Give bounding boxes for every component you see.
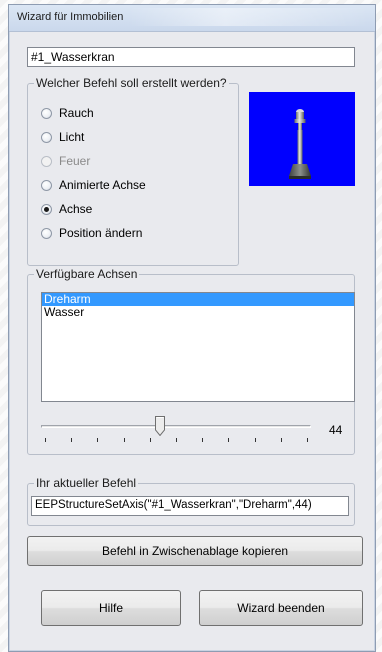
radio-feuer-label: Feuer [59, 154, 91, 168]
radio-position-aendern-circle[interactable] [41, 227, 52, 239]
available-axes-legend: Verfügbare Achsen [36, 267, 138, 281]
radio-feuer[interactable]: Feuer [41, 153, 90, 169]
structure-name-input[interactable]: #1_Wasserkran [27, 47, 355, 67]
slider-tick [202, 438, 204, 442]
radio-rauch-label: Rauch [59, 106, 94, 120]
radio-position-aendern-label: Position ändern [59, 226, 143, 240]
radio-achse-label: Achse [59, 202, 93, 216]
command-type-legend: Welcher Befehl soll erstellt werden? [36, 76, 227, 90]
slider-value: 44 [329, 423, 343, 437]
slider-tick [71, 438, 73, 442]
slider-tick [254, 438, 256, 442]
slider-thumb[interactable] [155, 416, 166, 436]
wizard-window: Wizard für Immobilien #1_Wasserkran Welc… [8, 4, 376, 652]
slider-tick [149, 438, 151, 442]
slider-tick [176, 438, 177, 442]
slider-tick [280, 438, 282, 442]
axes-listbox[interactable]: Dreharm Wasser [41, 292, 355, 402]
window-title: Wizard für Immobilien [17, 11, 124, 23]
radio-rauch-circle[interactable] [41, 107, 52, 119]
slider-tick [45, 438, 46, 442]
radio-feuer-circle[interactable] [41, 155, 52, 167]
title-bar[interactable]: Wizard für Immobilien [9, 5, 375, 32]
current-command-field[interactable]: EEPStructureSetAxis("#1_Wasserkran","Dre… [31, 496, 349, 516]
radio-animierte-achse-label: Animierte Achse [59, 178, 146, 192]
list-item-dreharm[interactable]: Dreharm [42, 293, 354, 306]
close-wizard-button[interactable]: Wizard beenden [199, 590, 363, 626]
slider-tick [307, 438, 308, 442]
slider-tick [123, 438, 125, 442]
slider-tick [97, 438, 99, 442]
slider-tick [228, 438, 230, 442]
list-item-wasser[interactable]: Wasser [42, 306, 354, 319]
title-bar-gloss [129, 8, 369, 26]
radio-animierte-achse[interactable]: Animierte Achse [41, 177, 146, 193]
radio-licht[interactable]: Licht [41, 129, 84, 145]
slider-track[interactable] [41, 425, 311, 428]
radio-rauch[interactable]: Rauch [41, 105, 94, 121]
current-command-legend: Ihr aktueller Befehl [36, 476, 137, 490]
crane-pole-icon [289, 109, 311, 179]
radio-animierte-achse-circle[interactable] [41, 179, 52, 191]
radio-position-aendern[interactable]: Position ändern [41, 225, 142, 241]
copy-to-clipboard-button[interactable]: Befehl in Zwischenablage kopieren [27, 536, 363, 566]
radio-achse[interactable]: Achse [41, 201, 92, 217]
help-button[interactable]: Hilfe [41, 590, 181, 626]
radio-achse-circle[interactable] [41, 203, 52, 215]
radio-licht-circle[interactable] [41, 131, 52, 143]
radio-licht-label: Licht [59, 130, 85, 144]
structure-preview [249, 92, 355, 186]
